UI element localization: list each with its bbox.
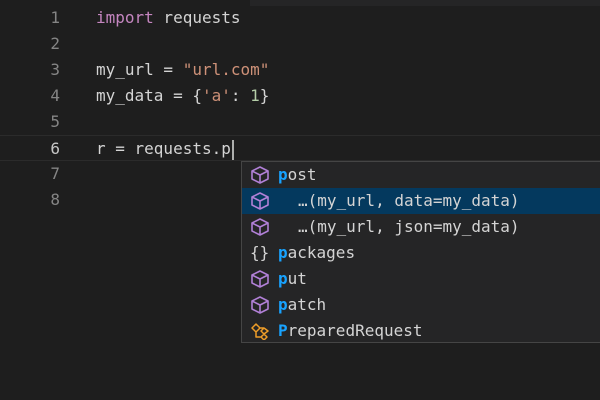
code-token: import [96, 8, 154, 27]
suggestion-rest: atch [287, 295, 327, 314]
suggestion-item[interactable]: …(my_url, json=my_data) [242, 214, 600, 240]
suggestion-label: PreparedRequest [278, 318, 423, 344]
code-line[interactable]: 6 r = requests.p [0, 135, 600, 161]
code-token: : [230, 86, 251, 105]
cube-icon [250, 270, 270, 288]
cube-icon [250, 192, 270, 210]
code-line[interactable]: 1 import requests [0, 5, 600, 31]
line-number: 2 [50, 34, 60, 53]
code-token: 1 [250, 86, 260, 105]
cube-icon [250, 166, 270, 184]
code-text[interactable]: import requests [96, 5, 241, 31]
suggestion-rest: …(my_url, data=my_data) [298, 191, 520, 210]
code-text[interactable]: my_data = {'a': 1} [96, 83, 269, 109]
line-number: 3 [50, 60, 60, 79]
suggestion-match: p [278, 243, 288, 262]
suggestion-match: p [278, 269, 288, 288]
suggestion-item[interactable]: post [242, 162, 600, 188]
suggestion-rest: reparedRequest [287, 321, 423, 340]
suggestion-label: …(my_url, json=my_data) [298, 214, 520, 240]
suggestion-item[interactable]: PreparedRequest [242, 318, 600, 344]
suggestion-label: …(my_url, data=my_data) [298, 188, 520, 214]
suggestion-rest: ackages [287, 243, 356, 262]
suggestion-rest: ut [287, 269, 307, 288]
suggestion-item[interactable]: put [242, 266, 600, 292]
line-number: 4 [50, 86, 60, 105]
suggestion-rest: …(my_url, json=my_data) [298, 217, 520, 236]
code-text[interactable]: r = requests.p [96, 136, 234, 162]
line-number: 5 [50, 112, 60, 131]
code-token: my_url [96, 60, 154, 79]
code-token: requests [153, 8, 241, 27]
code-token: 'a' [201, 86, 231, 105]
suggestion-label: post [278, 162, 317, 188]
suggestion-item[interactable]: patch [242, 292, 600, 318]
code-token: = { [163, 86, 202, 105]
class-icon [250, 322, 270, 341]
code-editor[interactable]: 1 import requests 2 3 my_url = "url.com" 4 my_… [0, 0, 600, 400]
code-token: "url.com" [182, 60, 270, 79]
cube-icon [250, 218, 270, 236]
suggestion-label: patch [278, 292, 326, 318]
suggestion-item[interactable]: {} packages [242, 240, 600, 266]
cube-icon [250, 296, 270, 314]
code-text[interactable]: my_url = "url.com" [96, 57, 269, 83]
suggestion-match: P [278, 321, 288, 340]
line-number: 7 [50, 164, 60, 183]
suggestion-item[interactable]: …(my_url, data=my_data) [242, 188, 600, 214]
suggestion-match: p [278, 165, 288, 184]
code-token: } [259, 86, 270, 105]
line-number: 6 [50, 139, 60, 158]
code-line[interactable]: 5 [0, 109, 600, 135]
code-token: = [153, 60, 183, 79]
suggestion-match: p [278, 295, 288, 314]
code-token: r = requests.p [96, 139, 231, 158]
braces-icon: {} [250, 243, 270, 262]
suggestion-label: put [278, 266, 307, 292]
text-cursor [231, 139, 234, 160]
code-line[interactable]: 4 my_data = {'a': 1} [0, 83, 600, 109]
code-line[interactable]: 2 [0, 31, 600, 57]
suggestion-rest: ost [287, 165, 317, 184]
line-number: 1 [50, 8, 60, 27]
suggestion-widget[interactable]: post …(my_url, data=my_data) …(my_url, jso… [241, 161, 600, 343]
line-number: 8 [50, 190, 60, 209]
code-token: my_data [96, 86, 164, 105]
code-line[interactable]: 3 my_url = "url.com" [0, 57, 600, 83]
suggestion-label: packages [278, 240, 355, 266]
